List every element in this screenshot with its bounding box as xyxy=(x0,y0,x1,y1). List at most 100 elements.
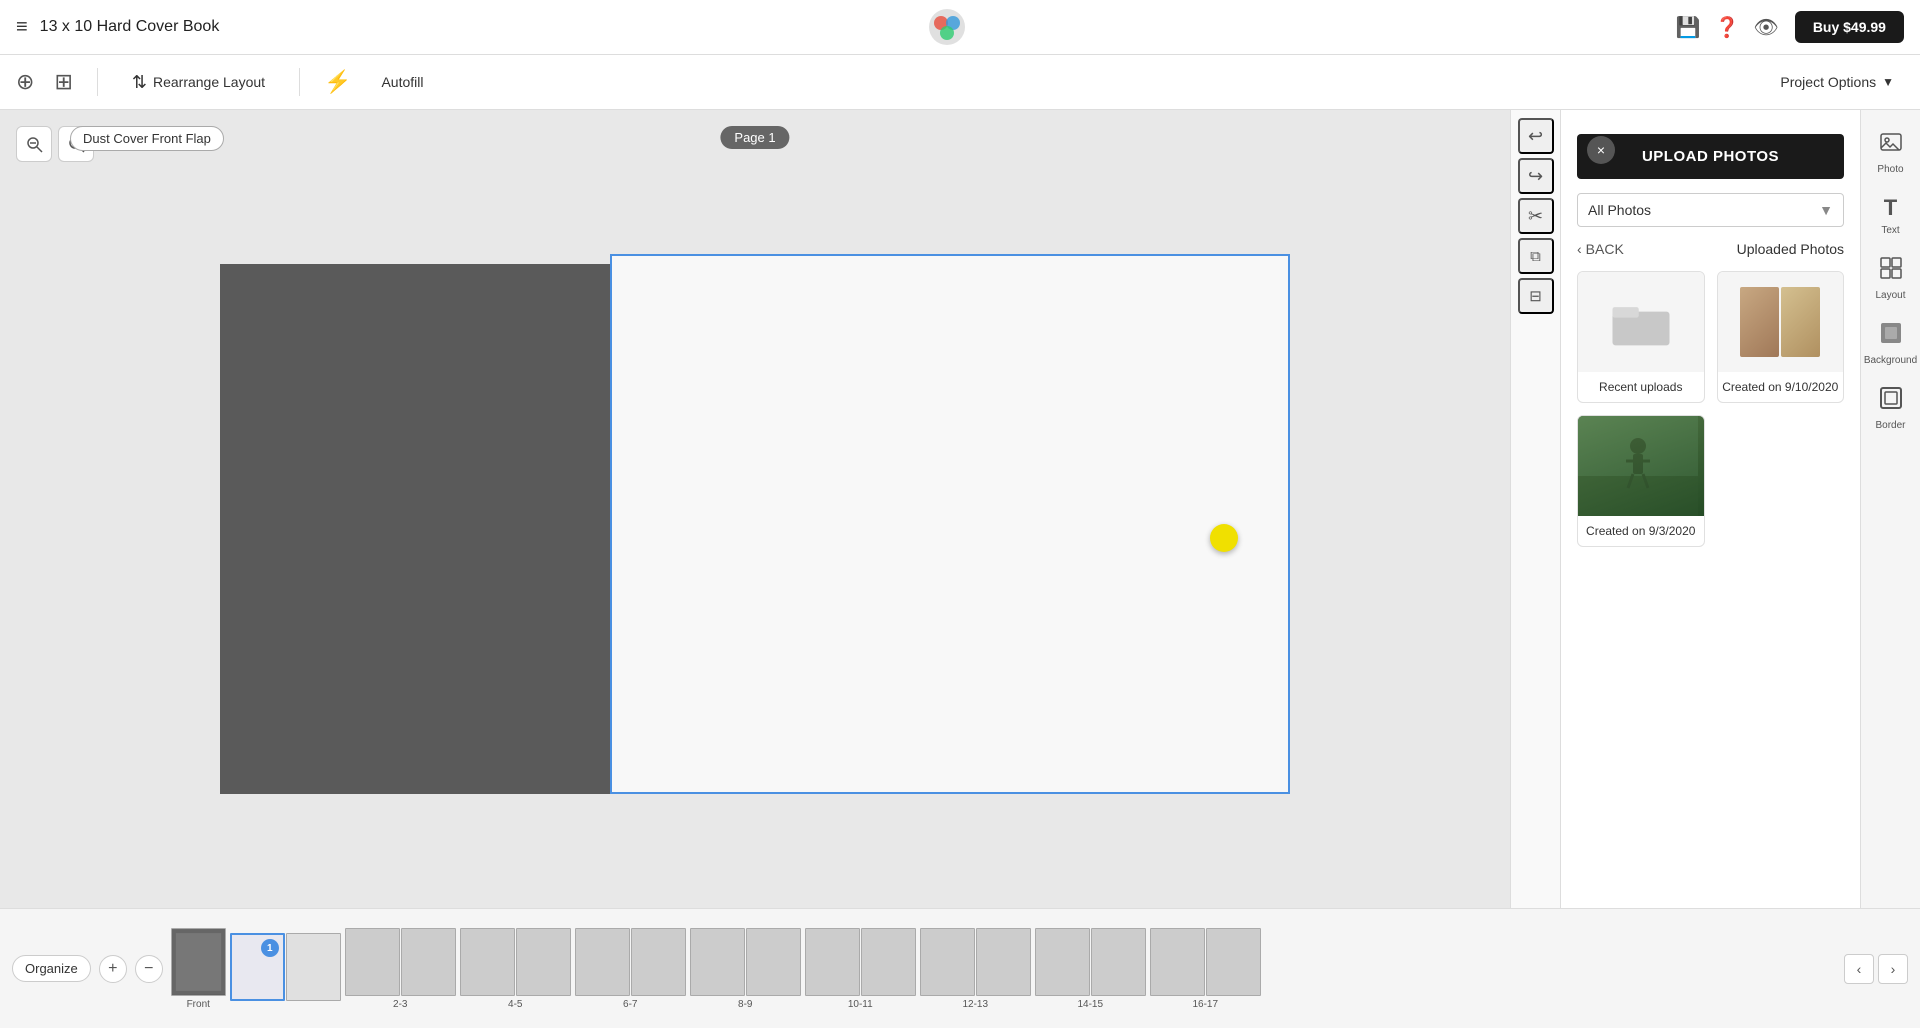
page-label: Page 1 xyxy=(720,126,789,149)
next-page-button[interactable]: › xyxy=(1878,954,1908,984)
add-page-icon[interactable]: ⊕ xyxy=(16,69,34,95)
toolbar-separator-2 xyxy=(299,68,300,96)
album-sept3[interactable]: Created on 9/3/2020 xyxy=(1577,415,1705,547)
thumb-page-2-3-row xyxy=(345,928,456,996)
far-right-border[interactable]: Border xyxy=(1866,378,1916,439)
project-options-arrow: ▼ xyxy=(1882,75,1894,89)
paste-button[interactable]: ⊟ xyxy=(1518,278,1554,314)
album-recent-uploads[interactable]: Recent uploads xyxy=(1577,271,1705,403)
bottom-strip: Organize + − Front xyxy=(0,908,1920,1028)
view-icon[interactable]: 👁 xyxy=(1753,15,1778,40)
thumb-page-2-3-label: 2-3 xyxy=(393,999,407,1010)
thumb-page-1-row: 1 xyxy=(230,933,341,1001)
autofill-label: Autofill xyxy=(381,74,423,90)
album-sept10-label: Created on 9/10/2020 xyxy=(1718,372,1844,402)
thumb-page-6-7[interactable]: 6-7 xyxy=(575,928,686,1010)
layout-label: Layout xyxy=(1875,290,1905,301)
thumb-page-14-15[interactable]: 14-15 xyxy=(1035,928,1146,1010)
main-area: Dust Cover Front Flap Page 1 ↩ ↪ ✂ ⧉ ⊟ × xyxy=(0,110,1920,908)
zoom-out-button[interactable] xyxy=(16,126,52,162)
thumb-front-row xyxy=(171,928,226,996)
rearrange-layout-label: Rearrange Layout xyxy=(153,74,265,90)
thumb-page-4-5[interactable]: 4-5 xyxy=(460,928,571,1010)
autofill-icon[interactable]: ⚡ xyxy=(324,69,351,95)
back-nav: ‹ BACK Uploaded Photos xyxy=(1577,241,1844,257)
thumb-page-8-9[interactable]: 8-9 xyxy=(690,928,801,1010)
photos-panel: × UPLOAD PHOTOS All Photos ▼ ‹ BACK Uplo… xyxy=(1560,110,1860,908)
thumb-page-1[interactable]: 1 xyxy=(230,933,341,1004)
project-title: 13 x 10 Hard Cover Book xyxy=(40,18,220,36)
border-label: Border xyxy=(1875,420,1905,431)
buy-button[interactable]: Buy $49.99 xyxy=(1795,11,1904,43)
layout-icon[interactable]: ⊞ xyxy=(54,69,72,95)
thumb-page-9 xyxy=(746,928,801,996)
toolbar-separator xyxy=(97,68,98,96)
thumb-front[interactable]: Front xyxy=(171,928,226,1010)
far-right-layout[interactable]: Layout xyxy=(1866,248,1916,309)
photos-filter-row[interactable]: All Photos ▼ xyxy=(1577,193,1844,227)
photo-album-grid: Recent uploads Created on 9/10/2020 xyxy=(1577,271,1844,547)
background-label: Background xyxy=(1864,355,1917,366)
top-bar-center xyxy=(927,7,967,47)
thumb-page-6-7-row xyxy=(575,928,686,996)
filter-arrow: ▼ xyxy=(1819,202,1833,218)
thumb-page-12 xyxy=(920,928,975,996)
undo-button[interactable]: ↩ xyxy=(1518,118,1554,154)
help-icon[interactable]: ❓ xyxy=(1715,15,1740,40)
copy-button[interactable]: ⧉ xyxy=(1518,238,1554,274)
album-sept10[interactable]: Created on 9/10/2020 xyxy=(1717,271,1845,403)
thumb-page-14-15-label: 14-15 xyxy=(1077,999,1103,1010)
rearrange-layout-button[interactable]: ⇅ Rearrange Layout xyxy=(122,66,275,99)
thumb-page-16-17[interactable]: 16-17 xyxy=(1150,928,1261,1010)
thumb-page-8-9-row xyxy=(690,928,801,996)
close-icon: × xyxy=(1597,142,1605,158)
background-icon xyxy=(1879,321,1903,351)
autofill-button[interactable]: Autofill xyxy=(371,68,433,96)
page-left[interactable] xyxy=(220,264,610,794)
prev-page-button[interactable]: ‹ xyxy=(1844,954,1874,984)
panel-close-button[interactable]: × xyxy=(1587,136,1615,164)
thumb-page-4 xyxy=(460,928,515,996)
far-right-photo[interactable]: Photo xyxy=(1866,122,1916,183)
redo-button[interactable]: ↪ xyxy=(1518,158,1554,194)
back-label: BACK xyxy=(1586,241,1624,257)
upload-photos-button[interactable]: UPLOAD PHOTOS xyxy=(1577,134,1844,179)
thumb-page-12-13-label: 12-13 xyxy=(962,999,988,1010)
thumb-page-10-11[interactable]: 10-11 xyxy=(805,928,916,1010)
thumb-page-13 xyxy=(976,928,1031,996)
thumb-page-5 xyxy=(516,928,571,996)
canvas-container[interactable]: Dust Cover Front Flap Page 1 xyxy=(0,110,1510,908)
thumb-page-8 xyxy=(690,928,745,996)
menu-icon[interactable]: ≡ xyxy=(16,16,28,39)
thumb-page-14 xyxy=(1035,928,1090,996)
save-icon[interactable]: 💾 xyxy=(1676,15,1701,40)
top-right-icons: 💾 ❓ 👁 xyxy=(1676,15,1779,40)
thumb-page-8-9-label: 8-9 xyxy=(738,999,752,1010)
scissors-button[interactable]: ✂ xyxy=(1518,198,1554,234)
add-page-button[interactable]: + xyxy=(99,955,127,983)
thumb-page-4-5-label: 4-5 xyxy=(508,999,522,1010)
thumb-page-12-13[interactable]: 12-13 xyxy=(920,928,1031,1010)
far-right-panel: Photo T Text Layout Background Border xyxy=(1860,110,1920,908)
thumb-front-page xyxy=(171,928,226,996)
far-right-background[interactable]: Background xyxy=(1866,313,1916,374)
remove-page-button[interactable]: − xyxy=(135,955,163,983)
page-1-badge: 1 xyxy=(261,939,279,957)
organize-button[interactable]: Organize xyxy=(12,955,91,982)
text-label: Text xyxy=(1881,225,1899,236)
thumb-page-16 xyxy=(1150,928,1205,996)
thumb-front-label: Front xyxy=(187,999,210,1010)
cursor-dot xyxy=(1210,524,1238,552)
back-button[interactable]: ‹ BACK xyxy=(1577,241,1624,257)
thumb-page-2-3[interactable]: 2-3 xyxy=(345,928,456,1010)
thumbnail-strip: Front 1 2-3 4-5 xyxy=(171,928,1261,1010)
thumb-page-10-11-label: 10-11 xyxy=(848,999,873,1010)
page-right[interactable] xyxy=(610,254,1290,794)
thumb-page-14-15-row xyxy=(1035,928,1146,996)
album-sept3-thumb xyxy=(1578,416,1704,516)
project-options-button[interactable]: Project Options ▼ xyxy=(1770,68,1904,96)
filter-label: All Photos xyxy=(1588,202,1651,218)
far-right-text[interactable]: T Text xyxy=(1866,187,1916,244)
top-bar-left: ≡ 13 x 10 Hard Cover Book xyxy=(16,16,219,39)
thumb-page-10-11-row xyxy=(805,928,916,996)
